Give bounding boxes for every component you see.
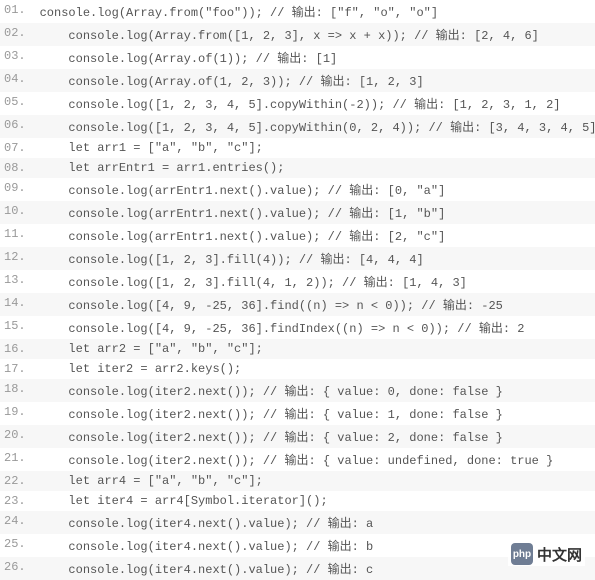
code-text: let iter4 = arr4[Symbol.iterator](); <box>34 491 595 511</box>
line-number: 23. <box>0 491 34 511</box>
line-number: 22. <box>0 471 34 491</box>
code-text: console.log(Array.from([1, 2, 3], x => x… <box>34 23 595 46</box>
code-line: 20. console.log(iter2.next()); // 输出: { … <box>0 425 595 448</box>
code-line: 24. console.log(iter4.next().value); // … <box>0 511 595 534</box>
line-number: 08. <box>0 158 34 178</box>
code-block: 01.console.log(Array.from("foo")); // 输出… <box>0 0 595 580</box>
code-text: let arrEntr1 = arr1.entries(); <box>34 158 595 178</box>
code-line: 26. console.log(iter4.next().value); // … <box>0 557 595 580</box>
line-number: 11. <box>0 224 34 247</box>
code-text: console.log([4, 9, -25, 36].find((n) => … <box>34 293 595 316</box>
code-text: console.log([1, 2, 3, 4, 5].copyWithin(0… <box>34 115 595 138</box>
code-text: console.log([4, 9, -25, 36].findIndex((n… <box>34 316 595 339</box>
code-text: console.log(arrEntr1.next().value); // 输… <box>34 178 595 201</box>
line-number: 13. <box>0 270 34 293</box>
code-text: let arr1 = ["a", "b", "c"]; <box>34 138 595 158</box>
code-line: 12. console.log([1, 2, 3].fill(4)); // 输… <box>0 247 595 270</box>
line-number: 24. <box>0 511 34 534</box>
code-text: console.log(arrEntr1.next().value); // 输… <box>34 201 595 224</box>
code-text: console.log([1, 2, 3, 4, 5].copyWithin(-… <box>34 92 595 115</box>
code-text: console.log(iter4.next().value); // 输出: … <box>34 511 595 534</box>
code-line: 05. console.log([1, 2, 3, 4, 5].copyWith… <box>0 92 595 115</box>
line-number: 14. <box>0 293 34 316</box>
code-text: console.log([1, 2, 3].fill(4, 1, 2)); //… <box>34 270 595 293</box>
code-line: 01.console.log(Array.from("foo")); // 输出… <box>0 0 595 23</box>
code-line: 21. console.log(iter2.next()); // 输出: { … <box>0 448 595 471</box>
code-line: 03. console.log(Array.of(1)); // 输出: [1] <box>0 46 595 69</box>
code-text: let arr4 = ["a", "b", "c"]; <box>34 471 595 491</box>
code-line: 07. let arr1 = ["a", "b", "c"]; <box>0 138 595 158</box>
line-number: 25. <box>0 534 34 557</box>
line-number: 15. <box>0 316 34 339</box>
code-line: 16. let arr2 = ["a", "b", "c"]; <box>0 339 595 359</box>
line-number: 09. <box>0 178 34 201</box>
line-number: 12. <box>0 247 34 270</box>
code-text: console.log(iter2.next()); // 输出: { valu… <box>34 402 595 425</box>
code-text: console.log(iter2.next()); // 输出: { valu… <box>34 425 595 448</box>
line-number: 07. <box>0 138 34 158</box>
code-text: console.log(arrEntr1.next().value); // 输… <box>34 224 595 247</box>
code-line: 22. let arr4 = ["a", "b", "c"]; <box>0 471 595 491</box>
watermark: php 中文网 <box>508 542 585 566</box>
line-number: 06. <box>0 115 34 138</box>
watermark-text: 中文网 <box>537 544 582 565</box>
line-number: 10. <box>0 201 34 224</box>
line-number: 20. <box>0 425 34 448</box>
line-number: 04. <box>0 69 34 92</box>
code-text: let arr2 = ["a", "b", "c"]; <box>34 339 595 359</box>
line-number: 02. <box>0 23 34 46</box>
code-text: console.log(Array.from("foo")); // 输出: [… <box>34 0 595 23</box>
code-line: 10. console.log(arrEntr1.next().value); … <box>0 201 595 224</box>
code-line: 18. console.log(iter2.next()); // 输出: { … <box>0 379 595 402</box>
watermark-logo-icon: php <box>511 543 533 565</box>
code-text: console.log([1, 2, 3].fill(4)); // 输出: [… <box>34 247 595 270</box>
line-number: 03. <box>0 46 34 69</box>
line-number: 19. <box>0 402 34 425</box>
code-line: 04. console.log(Array.of(1, 2, 3)); // 输… <box>0 69 595 92</box>
code-line: 13. console.log([1, 2, 3].fill(4, 1, 2))… <box>0 270 595 293</box>
code-line: 17. let iter2 = arr2.keys(); <box>0 359 595 379</box>
line-number: 26. <box>0 557 34 580</box>
code-line: 15. console.log([4, 9, -25, 36].findInde… <box>0 316 595 339</box>
line-number: 18. <box>0 379 34 402</box>
code-line: 11. console.log(arrEntr1.next().value); … <box>0 224 595 247</box>
code-text: console.log(Array.of(1)); // 输出: [1] <box>34 46 595 69</box>
code-text: console.log(iter2.next()); // 输出: { valu… <box>34 448 595 471</box>
code-line: 25. console.log(iter4.next().value); // … <box>0 534 595 557</box>
code-line: 06. console.log([1, 2, 3, 4, 5].copyWith… <box>0 115 595 138</box>
code-line: 19. console.log(iter2.next()); // 输出: { … <box>0 402 595 425</box>
line-number: 17. <box>0 359 34 379</box>
code-line: 08. let arrEntr1 = arr1.entries(); <box>0 158 595 178</box>
code-text: console.log(Array.of(1, 2, 3)); // 输出: [… <box>34 69 595 92</box>
code-text: let iter2 = arr2.keys(); <box>34 359 595 379</box>
code-line: 09. console.log(arrEntr1.next().value); … <box>0 178 595 201</box>
code-text: console.log(iter2.next()); // 输出: { valu… <box>34 379 595 402</box>
line-number: 05. <box>0 92 34 115</box>
code-line: 14. console.log([4, 9, -25, 36].find((n)… <box>0 293 595 316</box>
code-line: 23. let iter4 = arr4[Symbol.iterator](); <box>0 491 595 511</box>
line-number: 21. <box>0 448 34 471</box>
line-number: 16. <box>0 339 34 359</box>
line-number: 01. <box>0 0 34 23</box>
code-line: 02. console.log(Array.from([1, 2, 3], x … <box>0 23 595 46</box>
